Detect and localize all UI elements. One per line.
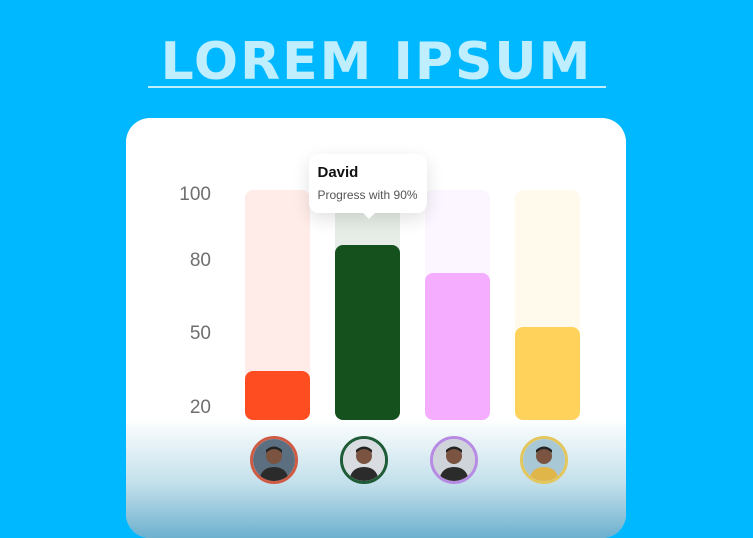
page-title: LOREM IPSUM (160, 32, 593, 92)
tooltip-name: David (317, 164, 359, 181)
person-icon (343, 439, 385, 481)
user-avatar[interactable] (430, 436, 478, 484)
bar[interactable] (515, 326, 580, 420)
y-tick-label: 20 (189, 397, 211, 418)
person-icon (433, 439, 475, 481)
y-tick-label: 80 (189, 250, 211, 271)
bar[interactable] (245, 371, 310, 420)
person-icon (253, 439, 295, 481)
title-underline (148, 86, 606, 88)
bar[interactable] (335, 245, 400, 420)
y-tick-label: 50 (189, 323, 211, 344)
y-tick-label: 100 (179, 184, 211, 205)
user-avatar[interactable] (250, 436, 298, 484)
chart-card: 100 80 50 20 David Progress with 90% (126, 118, 626, 538)
user-avatar[interactable] (520, 436, 568, 484)
person-icon (523, 439, 565, 481)
bar[interactable] (425, 273, 490, 420)
tooltip-text: Progress with 90% (317, 188, 418, 202)
bar-tooltip: David Progress with 90% (308, 154, 427, 219)
user-avatar[interactable] (340, 436, 388, 484)
